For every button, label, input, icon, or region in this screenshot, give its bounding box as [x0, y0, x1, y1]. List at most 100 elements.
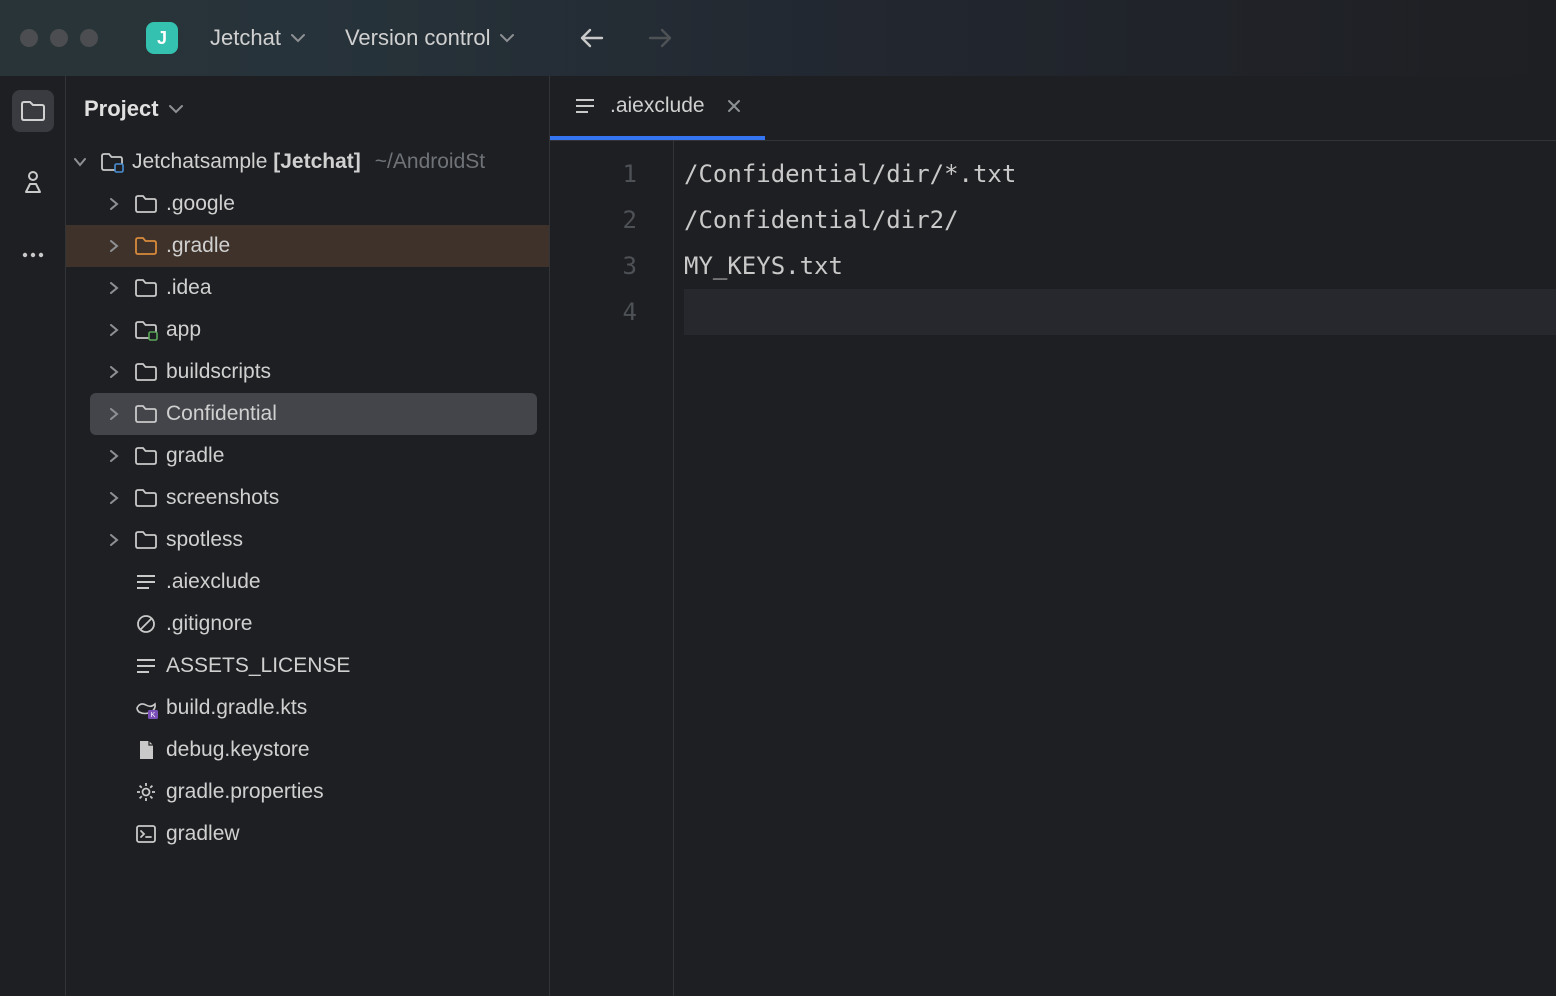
tree-label: gradle.properties	[166, 780, 324, 804]
close-tab-icon[interactable]	[727, 99, 741, 113]
tree-label: Jetchatsample [Jetchat]	[132, 150, 361, 174]
chevron-right-icon[interactable]	[108, 450, 126, 462]
tree-item[interactable]: buildscripts	[66, 351, 549, 393]
sidebar-title: Project	[84, 96, 159, 122]
more-tool-button[interactable]	[12, 234, 54, 276]
sidebar-header[interactable]: Project	[66, 76, 549, 141]
code-editor[interactable]: 1234 /Confidential/dir/*.txt/Confidentia…	[550, 141, 1556, 996]
chevron-down-icon[interactable]	[74, 156, 92, 168]
tree-label: buildscripts	[166, 360, 271, 384]
tree-label: .aiexclude	[166, 570, 261, 594]
tree-item[interactable]: gradle.properties	[66, 771, 549, 813]
folder-icon	[134, 529, 158, 551]
window-controls	[20, 29, 98, 47]
nav-forward-button[interactable]	[648, 27, 674, 49]
tree-label: screenshots	[166, 486, 279, 510]
tree-label: ASSETS_LICENSE	[166, 654, 350, 678]
titlebar: J Jetchat Version control	[0, 0, 1556, 76]
minimize-window-icon[interactable]	[50, 29, 68, 47]
text-file-icon	[574, 96, 596, 116]
folder-icon	[134, 403, 158, 425]
vcs-dropdown[interactable]: Version control	[337, 19, 523, 57]
tree-item[interactable]: Kbuild.gradle.kts	[66, 687, 549, 729]
tree-item[interactable]: Confidential	[90, 393, 537, 435]
tree-label: .gradle	[166, 234, 230, 258]
line-number: 2	[550, 197, 673, 243]
module-icon	[134, 319, 158, 341]
chevron-right-icon[interactable]	[108, 240, 126, 252]
tree-item[interactable]: .idea	[66, 267, 549, 309]
code-line[interactable]: MY_KEYS.txt	[684, 243, 1556, 289]
project-tree[interactable]: Jetchatsample [Jetchat] ~/AndroidSt .googl…	[66, 141, 549, 996]
editor-tab[interactable]: .aiexclude	[550, 76, 765, 140]
editor-tabbar: .aiexclude	[550, 76, 1556, 141]
project-root-icon	[100, 151, 124, 173]
tree-item[interactable]: .gitignore	[66, 603, 549, 645]
tree-label: app	[166, 318, 201, 342]
generic-file-icon	[134, 739, 158, 761]
nav-back-button[interactable]	[578, 27, 604, 49]
editor-area: .aiexclude 1234 /Confidential/dir/*.txt/…	[550, 76, 1556, 996]
project-name: Jetchat	[210, 25, 281, 51]
tree-label: spotless	[166, 528, 243, 552]
close-window-icon[interactable]	[20, 29, 38, 47]
project-sidebar: Project Jetchatsample [Jetchat] ~/Android…	[66, 76, 550, 996]
folder-icon	[134, 487, 158, 509]
tree-root[interactable]: Jetchatsample [Jetchat] ~/AndroidSt	[66, 141, 549, 183]
folder-icon	[134, 277, 158, 299]
line-number: 4	[550, 289, 673, 335]
vcs-label: Version control	[345, 25, 491, 51]
tree-label: .idea	[166, 276, 212, 300]
tree-label: .google	[166, 192, 235, 216]
tab-label: .aiexclude	[610, 94, 705, 118]
code-line[interactable]: /Confidential/dir/*.txt	[684, 151, 1556, 197]
chevron-down-icon	[500, 33, 514, 43]
project-dropdown[interactable]: Jetchat	[202, 19, 313, 57]
chevron-right-icon[interactable]	[108, 534, 126, 546]
chevron-down-icon	[169, 104, 183, 114]
code-line[interactable]	[684, 289, 1556, 335]
tree-item[interactable]: .google	[66, 183, 549, 225]
svg-text:K: K	[151, 712, 156, 719]
ignore-icon	[134, 613, 158, 635]
folder-icon	[134, 361, 158, 383]
maximize-window-icon[interactable]	[80, 29, 98, 47]
structure-tool-button[interactable]	[12, 162, 54, 204]
tree-label: gradlew	[166, 822, 240, 846]
tree-label: build.gradle.kts	[166, 696, 307, 720]
code-content[interactable]: /Confidential/dir/*.txt/Confidential/dir…	[674, 141, 1556, 996]
folder-icon	[134, 193, 158, 215]
gear-icon	[134, 781, 158, 803]
tree-item[interactable]: gradlew	[66, 813, 549, 855]
chevron-right-icon[interactable]	[108, 408, 126, 420]
tree-item[interactable]: screenshots	[66, 477, 549, 519]
tree-item[interactable]: app	[66, 309, 549, 351]
tree-item[interactable]: gradle	[66, 435, 549, 477]
tree-item[interactable]: .aiexclude	[66, 561, 549, 603]
project-tool-button[interactable]	[12, 90, 54, 132]
line-number: 3	[550, 243, 673, 289]
tree-item[interactable]: ASSETS_LICENSE	[66, 645, 549, 687]
line-gutter: 1234	[550, 141, 674, 996]
tree-label: gradle	[166, 444, 224, 468]
code-line[interactable]: /Confidential/dir2/	[684, 197, 1556, 243]
tree-label: .gitignore	[166, 612, 252, 636]
project-badge: J	[146, 22, 178, 54]
text-file-icon	[134, 655, 158, 677]
chevron-right-icon[interactable]	[108, 366, 126, 378]
tree-item[interactable]: .gradle	[66, 225, 549, 267]
chevron-right-icon[interactable]	[108, 198, 126, 210]
tool-window-bar	[0, 76, 66, 996]
tree-item[interactable]: debug.keystore	[66, 729, 549, 771]
tree-label: Confidential	[166, 402, 277, 426]
nav-arrows	[578, 27, 674, 49]
chevron-right-icon[interactable]	[108, 282, 126, 294]
chevron-down-icon	[291, 33, 305, 43]
chevron-right-icon[interactable]	[108, 324, 126, 336]
line-number: 1	[550, 151, 673, 197]
gradle-kts-icon: K	[134, 697, 158, 719]
terminal-icon	[134, 823, 158, 845]
chevron-right-icon[interactable]	[108, 492, 126, 504]
tree-path: ~/AndroidSt	[375, 150, 485, 174]
tree-item[interactable]: spotless	[66, 519, 549, 561]
